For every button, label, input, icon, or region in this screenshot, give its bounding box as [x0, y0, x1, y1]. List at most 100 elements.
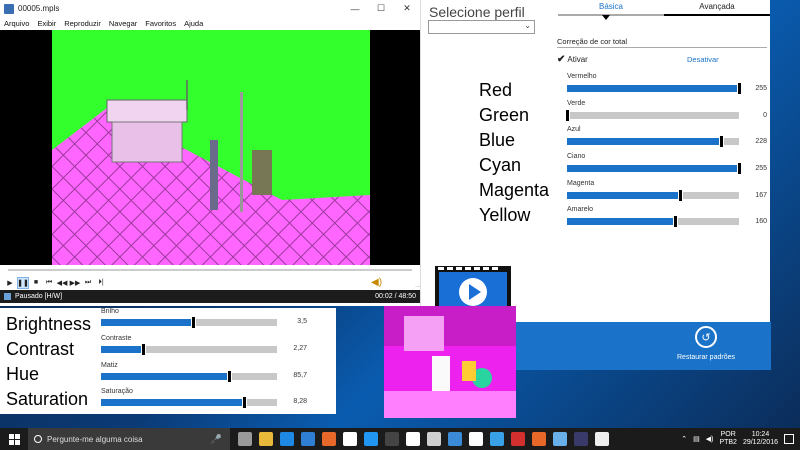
- language-indicator[interactable]: POR PTB2: [719, 431, 737, 447]
- slider-track[interactable]: [101, 343, 277, 356]
- taskbar-app-icon[interactable]: [280, 432, 294, 446]
- slider-thumb[interactable]: [677, 189, 683, 202]
- skip-back-icon[interactable]: ⏮: [43, 277, 55, 289]
- slider-thumb[interactable]: [241, 396, 247, 409]
- taskbar-app-icon[interactable]: [511, 432, 525, 446]
- slider-verde[interactable]: Verde 0: [565, 100, 767, 126]
- slider-thumb[interactable]: [672, 215, 678, 228]
- frame-step-icon[interactable]: ⏵|: [95, 277, 107, 289]
- minimize-button[interactable]: —: [342, 0, 368, 17]
- clock-time: 10:24: [751, 431, 770, 438]
- maximize-button[interactable]: ☐: [368, 0, 394, 17]
- slider-fill: [567, 138, 721, 145]
- tray-chevron-icon[interactable]: ⌃: [681, 435, 687, 443]
- disable-link[interactable]: Desativar: [687, 55, 719, 64]
- taskbar-app-icon[interactable]: [595, 432, 609, 446]
- taskbar-app-icon[interactable]: [490, 432, 504, 446]
- slider-track[interactable]: [567, 162, 742, 175]
- slider-thumb[interactable]: [737, 162, 742, 175]
- slider-track[interactable]: [567, 189, 739, 202]
- restore-defaults-button[interactable]: ↺ Restaurar padrões: [671, 326, 741, 361]
- video-area[interactable]: [0, 30, 420, 265]
- slider-thumb[interactable]: [565, 109, 570, 122]
- taskbar-app-icon[interactable]: [322, 432, 336, 446]
- tab-advanced[interactable]: Avançada: [664, 2, 770, 16]
- pause-icon[interactable]: ❚❚: [17, 276, 29, 289]
- network-icon[interactable]: ▤: [693, 435, 700, 443]
- menu-ajuda[interactable]: Ajuda: [180, 19, 207, 28]
- taskbar-app-icon[interactable]: [385, 432, 399, 446]
- slider-amarelo[interactable]: Amarelo 160: [567, 206, 767, 232]
- checkmark-icon: ✔: [557, 54, 566, 65]
- taskbar-app-icon[interactable]: [301, 432, 315, 446]
- profile-dropdown[interactable]: ⌄: [428, 20, 535, 34]
- slider-ciano[interactable]: Ciano 255: [567, 153, 767, 179]
- menu-exibir[interactable]: Exibir: [33, 19, 60, 28]
- taskbar-app-icon[interactable]: [574, 432, 588, 446]
- slider-track[interactable]: [567, 135, 739, 148]
- play-icon[interactable]: ▶: [4, 277, 16, 289]
- slider-contraste[interactable]: Contraste 2,27: [101, 335, 333, 360]
- volume-icon[interactable]: ◀): [371, 277, 383, 288]
- slider-azul[interactable]: Azul 228: [567, 126, 767, 152]
- overlay-label-blue: Blue: [479, 130, 516, 150]
- slider-label: Ciano: [567, 153, 586, 160]
- speaker-icon[interactable]: ◀): [706, 435, 714, 443]
- menu-reproduzir[interactable]: Reproduzir: [60, 19, 105, 28]
- slider-track[interactable]: [567, 82, 742, 95]
- taskbar-app-icon[interactable]: [406, 432, 420, 446]
- slider-track[interactable]: [565, 109, 739, 122]
- rewind-icon[interactable]: ◀◀: [56, 277, 68, 289]
- fast-forward-icon[interactable]: ▶▶: [69, 277, 81, 289]
- skip-forward-icon[interactable]: ⏭: [82, 277, 94, 289]
- taskbar-app-icon[interactable]: [238, 432, 252, 446]
- section-divider: [557, 47, 767, 48]
- tab-basic[interactable]: Básica: [558, 2, 664, 16]
- slider-thumb[interactable]: [718, 135, 724, 148]
- notification-icon[interactable]: [784, 434, 794, 444]
- taskbar-app-icon[interactable]: [259, 432, 273, 446]
- taskbar-app-icon[interactable]: [532, 432, 546, 446]
- taskbar: Pergunte-me alguma coisa 🎤 ⌃ ▤ ◀) POR PT…: [0, 428, 800, 450]
- start-button[interactable]: [0, 428, 28, 450]
- slider-magenta[interactable]: Magenta 167: [567, 180, 767, 206]
- slider-track[interactable]: [567, 215, 739, 228]
- taskbar-search[interactable]: Pergunte-me alguma coisa 🎤: [28, 428, 230, 450]
- taskbar-app-icon[interactable]: [553, 432, 567, 446]
- slider-vermelho[interactable]: Vermelho 255: [567, 73, 767, 99]
- slider-thumb[interactable]: [190, 316, 196, 329]
- slider-thumb[interactable]: [141, 343, 147, 356]
- close-button[interactable]: ✕: [394, 0, 420, 17]
- slider-fill: [567, 218, 675, 225]
- slider-label: Contraste: [101, 335, 132, 342]
- menu-favoritos[interactable]: Favoritos: [141, 19, 180, 28]
- menu-arquivo[interactable]: Arquivo: [0, 19, 33, 28]
- slider-track[interactable]: [101, 396, 277, 409]
- slider-value: 255: [755, 85, 767, 92]
- clock-date: 29/12/2016: [742, 439, 778, 446]
- slider-track[interactable]: [101, 370, 277, 383]
- seek-bar[interactable]: [0, 265, 420, 275]
- status-icon: [4, 293, 11, 300]
- seek-track[interactable]: [8, 269, 412, 271]
- taskbar-app-icon[interactable]: [343, 432, 357, 446]
- slider-track[interactable]: [101, 316, 277, 329]
- clock[interactable]: 10:24 29/12/2016: [743, 431, 778, 447]
- taskbar-app-icon[interactable]: [469, 432, 483, 446]
- taskbar-app-icon[interactable]: [448, 432, 462, 446]
- slider-thumb[interactable]: [227, 370, 233, 383]
- slider-label: Verde: [567, 100, 586, 107]
- color-overlay-labels: Red Green Blue Cyan Magenta Yellow: [479, 78, 549, 228]
- slider-matiz[interactable]: Matiz 85,7: [101, 362, 333, 387]
- microphone-icon[interactable]: 🎤: [211, 434, 222, 445]
- slider-saturacao[interactable]: Saturação 8,28: [101, 388, 333, 413]
- slider-brilho[interactable]: Brilho 3,5: [101, 308, 333, 333]
- slider-thumb[interactable]: [737, 82, 742, 95]
- enable-option[interactable]: ✔ Ativar: [557, 54, 588, 65]
- stop-icon[interactable]: ■: [30, 277, 42, 289]
- menu-navegar[interactable]: Navegar: [105, 19, 141, 28]
- lang-top: POR: [720, 431, 736, 438]
- volume-slider[interactable]: [384, 278, 444, 288]
- taskbar-app-icon[interactable]: [364, 432, 378, 446]
- taskbar-app-icon[interactable]: [427, 432, 441, 446]
